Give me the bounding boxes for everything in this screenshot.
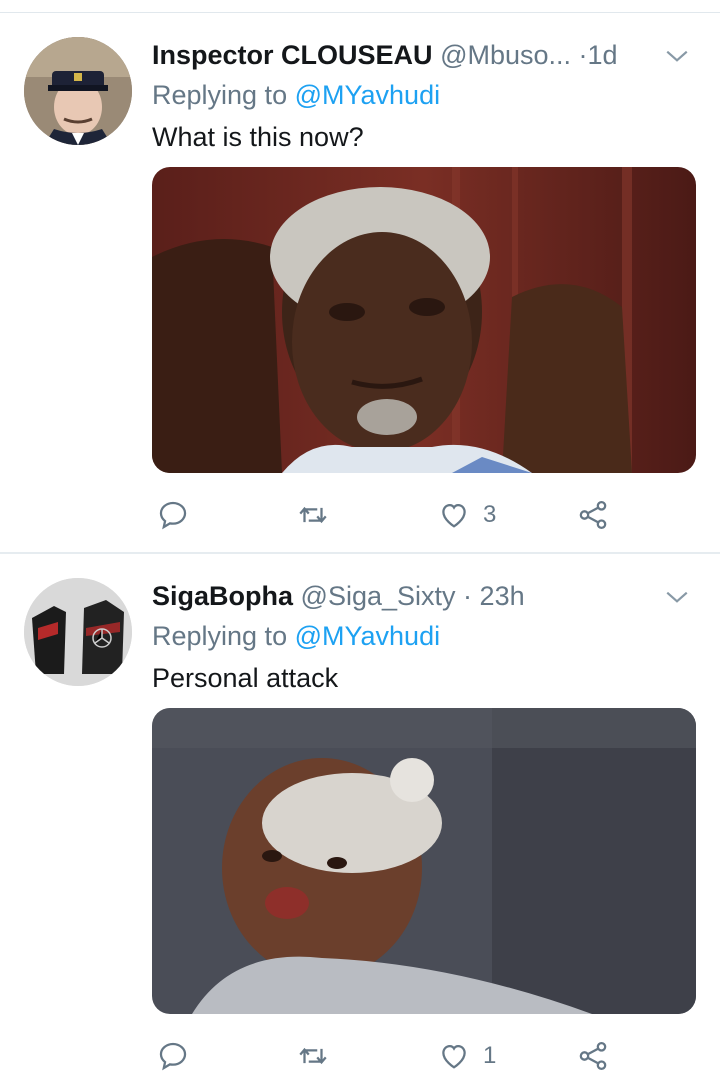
reply-icon (159, 1042, 187, 1071)
tweet-text: What is this now? (152, 122, 364, 152)
tweet-header: Inspector CLOUSEAU @Mbuso... ·1d (152, 37, 618, 73)
media-photo (152, 708, 696, 1014)
separator-dot: · (463, 581, 473, 611)
mention-link[interactable]: @MYavhudi (295, 80, 440, 110)
display-name[interactable]: SigaBopha (152, 581, 293, 611)
chevron-down-icon[interactable] (664, 584, 690, 610)
avatar[interactable] (24, 578, 132, 686)
share-button[interactable] (576, 1034, 610, 1078)
share-button[interactable] (576, 493, 610, 537)
timestamp[interactable]: 23h (480, 581, 525, 611)
share-icon (579, 500, 607, 530)
mention-link[interactable]: @MYavhudi (295, 621, 440, 651)
tweet-actions: 1 (152, 1034, 696, 1078)
tweet[interactable]: Inspector CLOUSEAU @Mbuso... ·1d Replyin… (0, 13, 720, 553)
like-count: 3 (483, 501, 497, 528)
display-name[interactable]: Inspector CLOUSEAU (152, 40, 433, 70)
share-icon (579, 1041, 607, 1071)
user-handle[interactable]: @Mbuso... (440, 40, 571, 70)
heart-icon (442, 503, 466, 528)
like-button[interactable]: 1 (437, 1034, 496, 1078)
reply-button[interactable] (156, 493, 202, 537)
replying-to: Replying to @MYavhudi (152, 77, 440, 113)
like-count: 1 (483, 1042, 497, 1069)
separator-dot: · (578, 40, 588, 70)
retweet-icon (299, 506, 327, 524)
retweet-button[interactable] (296, 1034, 342, 1078)
media-photo (152, 167, 696, 473)
retweet-button[interactable] (296, 493, 342, 537)
replying-to-label: Replying to (152, 621, 288, 651)
avatar[interactable] (24, 37, 132, 145)
reply-button[interactable] (156, 1034, 202, 1078)
tweet-header: SigaBopha @Siga_Sixty · 23h (152, 578, 525, 614)
heart-icon (442, 1044, 466, 1069)
like-button[interactable]: 3 (437, 493, 496, 537)
tweet-media[interactable] (152, 167, 696, 473)
tweet[interactable]: SigaBopha @Siga_Sixty · 23h Replying to … (0, 554, 720, 1085)
avatar-image (24, 578, 132, 686)
tweet-media[interactable] (152, 708, 696, 1014)
tweet-text: Personal attack (152, 663, 339, 693)
timestamp[interactable]: 1d (588, 40, 618, 70)
avatar-image (24, 37, 132, 145)
chevron-down-icon[interactable] (664, 43, 690, 69)
retweet-icon (299, 1047, 327, 1065)
replying-to-label: Replying to (152, 80, 288, 110)
replying-to: Replying to @MYavhudi (152, 618, 440, 654)
tweet-actions: 3 (152, 493, 696, 537)
user-handle[interactable]: @Siga_Sixty (301, 581, 456, 611)
reply-icon (159, 501, 187, 530)
